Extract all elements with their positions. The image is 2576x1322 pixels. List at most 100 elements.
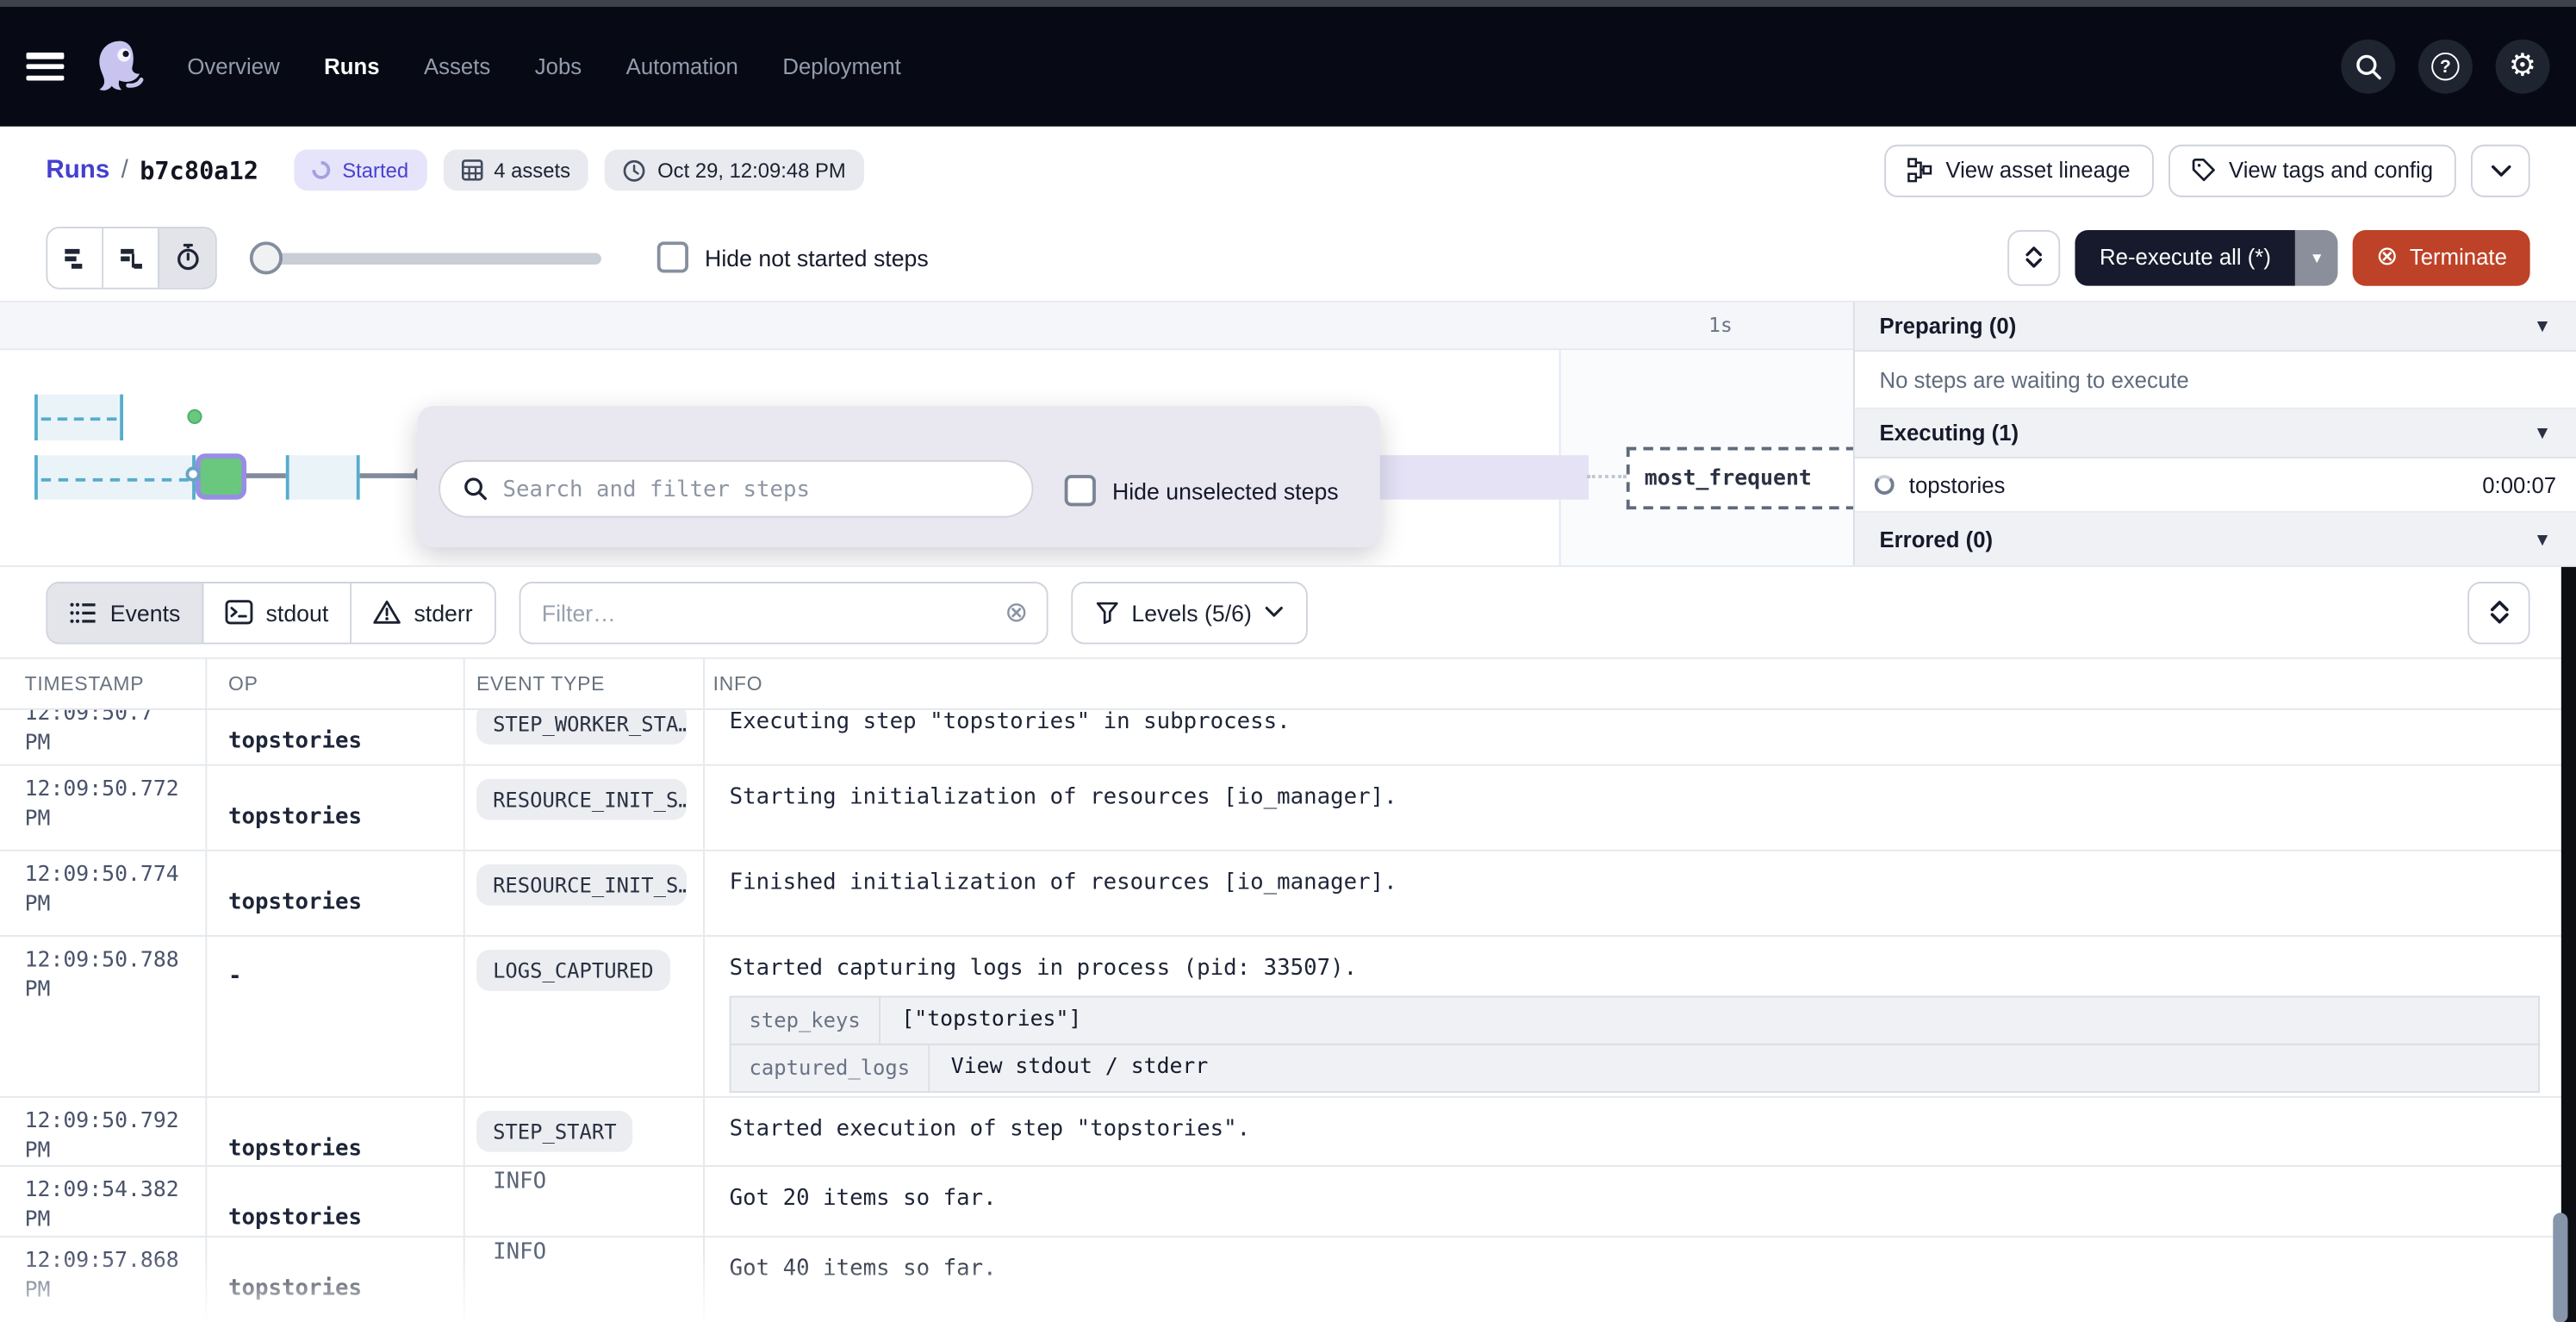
nav-actions: ? ⚙ — [2341, 40, 2549, 94]
hamburger-menu-icon[interactable] — [27, 53, 65, 80]
timer-view-button[interactable] — [159, 228, 215, 287]
tab-events[interactable]: Events — [47, 583, 203, 642]
hide-not-started-checkbox[interactable] — [657, 241, 688, 272]
col-info[interactable]: INFO — [713, 672, 763, 695]
tag-icon — [2191, 158, 2216, 183]
settings-button[interactable]: ⚙ — [2496, 40, 2550, 94]
zoom-slider-track[interactable] — [250, 253, 601, 264]
reexecute-dropdown-button[interactable]: ▼ — [2296, 229, 2339, 285]
expand-log-panel-button[interactable] — [2467, 581, 2529, 643]
search-icon — [464, 477, 488, 502]
col-timestamp[interactable]: TIMESTAMP — [25, 672, 145, 695]
dagster-logo-icon[interactable] — [92, 37, 148, 97]
panel-section-preparing[interactable]: Preparing (0) ▼ — [1855, 302, 2576, 352]
warning-triangle-icon — [373, 600, 401, 625]
nav-item-assets[interactable]: Assets — [424, 54, 490, 79]
event-row[interactable]: 12:09:54.382PM topstories INFO Got 20 it… — [0, 1167, 2576, 1238]
tab-stderr[interactable]: stderr — [352, 583, 495, 642]
log-filter-box: ⊗ — [519, 581, 1048, 643]
zoom-slider — [250, 239, 601, 275]
chevron-up-icon — [2025, 246, 2042, 256]
gantt-step-label-most-frequent[interactable]: most_frequent — [1627, 447, 1873, 509]
gantt-timeline-axis — [0, 302, 1853, 350]
gantt-chart: 1s most_frequent Hide unselected steps P… — [0, 302, 2576, 567]
gantt-step-not-started-1[interactable] — [34, 395, 123, 440]
breadcrumb-separator: / — [121, 155, 128, 184]
reexecute-split-button: Re-execute all (*) ▼ — [2075, 229, 2338, 285]
metadata-key: step_keys — [730, 996, 880, 1045]
step-search-box — [439, 460, 1033, 518]
gantt-connector-dot-left — [185, 467, 200, 482]
step-status-panel: Preparing (0) ▼ No steps are waiting to … — [1853, 302, 2576, 565]
search-button[interactable] — [2341, 40, 2395, 94]
col-event-type[interactable]: EVENT TYPE — [476, 672, 605, 695]
waterfall-view-button[interactable] — [103, 228, 159, 287]
hide-unselected-label: Hide unselected steps — [1112, 478, 1339, 505]
executing-step-name: topstories — [1909, 472, 2006, 497]
step-spinner-icon — [1875, 475, 1895, 495]
log-type-tabs: Events stdout stderr — [46, 581, 495, 643]
run-toolbar: Hide not started steps Re-execute all (*… — [0, 214, 2576, 302]
event-list-icon — [69, 599, 96, 626]
funnel-icon — [1095, 601, 1118, 624]
log-filter-input[interactable] — [520, 599, 1005, 626]
panel-section-errored[interactable]: Errored (0) ▼ — [1855, 513, 2576, 567]
event-row[interactable]: 12:09:50.774PM topstories RESOURCE_INIT_… — [0, 851, 2576, 937]
event-row[interactable]: 12:09:57.868PM topstories INFO Got 40 it… — [0, 1238, 2576, 1322]
waterfall-icon — [117, 244, 144, 271]
gantt-step-dot[interactable] — [187, 409, 202, 424]
panel-section-executing[interactable]: Executing (1) ▼ — [1855, 409, 2576, 458]
caret-down-icon: ▼ — [2534, 423, 2552, 443]
gantt-step-pending[interactable] — [286, 455, 360, 499]
clear-filter-icon[interactable]: ⊗ — [1005, 596, 1028, 628]
nav-item-jobs[interactable]: Jobs — [535, 54, 582, 79]
metadata-key: captured_logs — [730, 1044, 930, 1093]
terminal-icon — [225, 600, 252, 625]
nav-item-deployment[interactable]: Deployment — [782, 54, 900, 79]
help-icon: ? — [2431, 53, 2459, 80]
event-row[interactable]: 12:09:50.772PM topstories RESOURCE_INIT_… — [0, 766, 2576, 851]
terminate-button[interactable]: ⊗ Terminate — [2353, 229, 2529, 285]
step-search-input[interactable] — [503, 476, 1009, 502]
event-type-plain: INFO — [465, 1167, 546, 1194]
nav-item-runs[interactable]: Runs — [324, 54, 379, 79]
expand-collapse-button[interactable] — [2007, 229, 2060, 285]
view-tags-config-button[interactable]: View tags and config — [2168, 144, 2455, 196]
scrollbar-track[interactable] — [2561, 567, 2576, 1322]
status-badge: Started — [295, 150, 426, 191]
tab-stdout[interactable]: stdout — [203, 583, 352, 642]
metadata-value: ["topstories"] — [880, 996, 2540, 1045]
view-asset-lineage-button[interactable]: View asset lineage — [1885, 144, 2153, 196]
zoom-slider-handle[interactable] — [250, 240, 283, 273]
preparing-empty-message: No steps are waiting to execute — [1855, 352, 2576, 409]
run-id: b7c80a12 — [140, 155, 258, 184]
nav-item-overview[interactable]: Overview — [187, 54, 279, 79]
metadata-row: step_keys ["topstories"] — [730, 996, 2540, 1045]
reexecute-all-button[interactable]: Re-execute all (*) — [2075, 229, 2295, 285]
hide-not-started-label: Hide not started steps — [705, 244, 929, 271]
levels-dropdown-button[interactable]: Levels (5/6) — [1071, 581, 1308, 643]
flat-view-button[interactable] — [47, 228, 103, 287]
assets-badge[interactable]: 4 assets — [443, 150, 588, 191]
chevron-down-icon — [2490, 164, 2511, 177]
hide-unselected-checkbox[interactable] — [1065, 475, 1096, 506]
flat-list-icon — [62, 244, 89, 271]
executing-step-row[interactable]: topstories 0:00:07 — [1855, 458, 2576, 513]
event-row[interactable]: 12:09:50.792PM topstories STEP_START Sta… — [0, 1098, 2576, 1167]
col-op[interactable]: OP — [228, 672, 258, 695]
scrollbar-thumb[interactable] — [2553, 1212, 2567, 1322]
gantt-step-running-topstories[interactable] — [196, 453, 246, 499]
event-row[interactable]: 12:09:50.788PM - LOGS_CAPTURED Started c… — [0, 937, 2576, 1098]
metadata-value-link[interactable]: View stdout / stderr — [930, 1044, 2540, 1093]
event-row[interactable]: 12:09:50.7PM topstories STEP_WORKER_STA…… — [0, 710, 2576, 766]
help-button[interactable]: ? — [2418, 40, 2473, 94]
gantt-view-toggle — [46, 226, 216, 288]
gantt-step-not-started-2[interactable] — [34, 455, 196, 499]
event-type-badge: RESOURCE_INIT_S… — [476, 779, 687, 820]
lineage-icon — [1908, 158, 1933, 183]
chevron-down-icon — [2490, 613, 2508, 624]
more-actions-button[interactable] — [2471, 144, 2530, 196]
breadcrumb-runs-link[interactable]: Runs — [46, 155, 109, 184]
stopwatch-icon — [173, 243, 201, 271]
nav-item-automation[interactable]: Automation — [626, 54, 738, 79]
